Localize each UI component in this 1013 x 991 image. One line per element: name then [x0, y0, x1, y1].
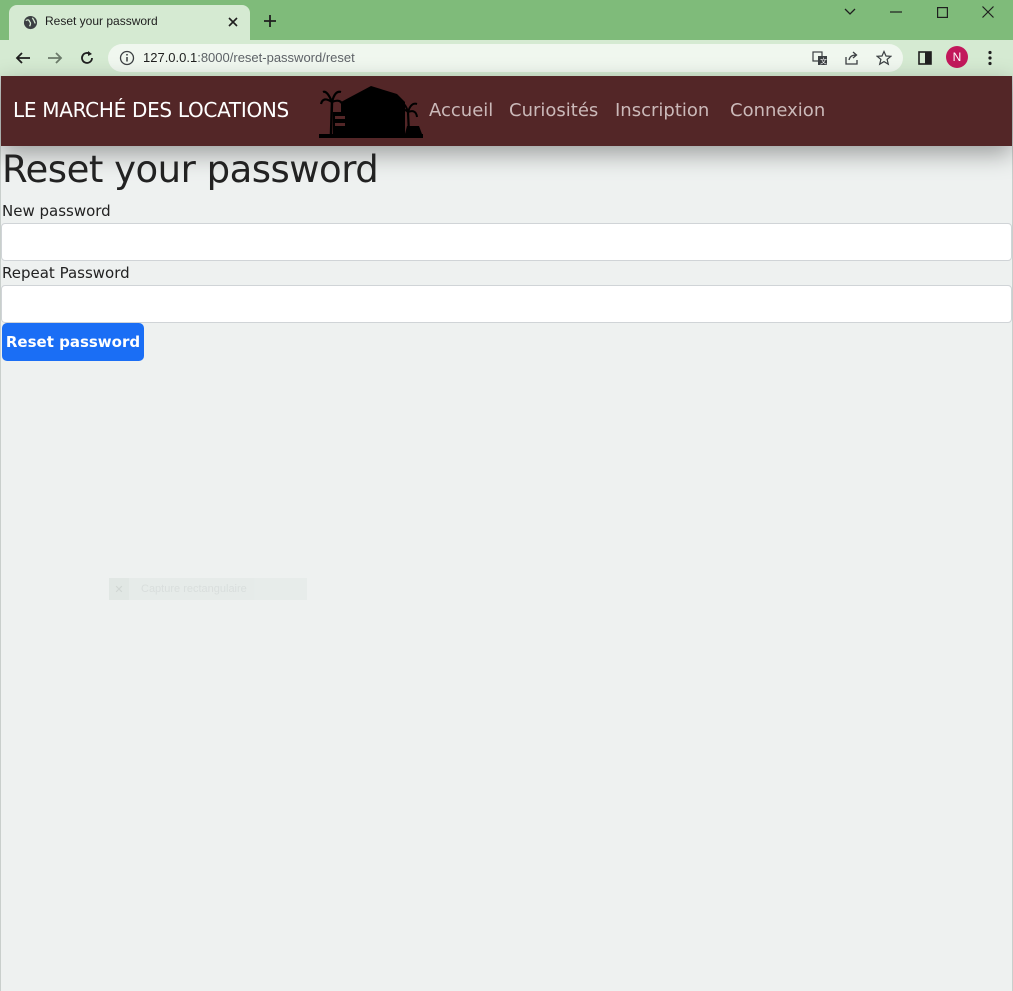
page-title: Reset your password — [2, 148, 379, 191]
translate-icon[interactable]: 文 — [810, 48, 830, 68]
bookmark-star-icon[interactable] — [874, 48, 894, 68]
house-palm-logo — [319, 86, 423, 138]
minimize-icon[interactable] — [873, 0, 919, 24]
more-menu-icon[interactable] — [978, 46, 1002, 70]
browser-tab[interactable]: Reset your password — [9, 5, 250, 40]
site-navbar: LE MARCHÉ DES LOCATIONS Accueil Curiosit… — [1, 76, 1012, 146]
url-text[interactable]: 127.0.0.1:8000/reset-password/reset — [143, 50, 355, 65]
new-password-label: New password — [2, 202, 111, 220]
nav-link-accueil[interactable]: Accueil — [429, 100, 493, 121]
share-icon[interactable] — [842, 48, 862, 68]
browser-toolbar: 127.0.0.1:8000/reset-password/reset 文 N — [0, 40, 1013, 76]
forward-arrow-icon[interactable] — [41, 44, 69, 72]
browser-titlebar: Reset your password — [0, 0, 1013, 40]
repeat-password-label: Repeat Password — [2, 264, 130, 282]
page-viewport: LE MARCHÉ DES LOCATIONS Accueil Curiosit… — [0, 76, 1013, 991]
site-brand[interactable]: LE MARCHÉ DES LOCATIONS — [13, 98, 289, 122]
maximize-icon[interactable] — [919, 0, 965, 24]
globe-icon — [23, 15, 38, 30]
close-icon: ✕ — [109, 578, 129, 600]
ghost-text: Capture rectangulaire — [141, 583, 247, 595]
profile-avatar[interactable]: N — [946, 46, 968, 68]
reset-password-button[interactable]: Reset password — [2, 323, 144, 361]
tab-close-icon[interactable] — [223, 12, 243, 32]
nav-link-connexion[interactable]: Connexion — [730, 100, 825, 121]
nav-link-inscription[interactable]: Inscription — [615, 100, 709, 121]
new-password-input[interactable] — [1, 223, 1012, 261]
tab-title: Reset your password — [45, 14, 158, 28]
svg-text:文: 文 — [820, 57, 827, 66]
back-arrow-icon[interactable] — [9, 44, 37, 72]
side-panel-icon[interactable] — [913, 46, 937, 70]
snip-tool-ghost: ✕ Capture rectangulaire — [109, 578, 307, 600]
reload-icon[interactable] — [73, 44, 101, 72]
close-window-icon[interactable] — [965, 0, 1011, 24]
site-info-icon[interactable] — [119, 50, 135, 66]
new-tab-icon[interactable] — [259, 10, 281, 32]
tab-search-icon[interactable] — [827, 0, 873, 24]
address-bar[interactable]: 127.0.0.1:8000/reset-password/reset 文 — [108, 44, 903, 72]
repeat-password-input[interactable] — [1, 285, 1012, 323]
nav-link-curiosites[interactable]: Curiosités — [509, 100, 598, 121]
